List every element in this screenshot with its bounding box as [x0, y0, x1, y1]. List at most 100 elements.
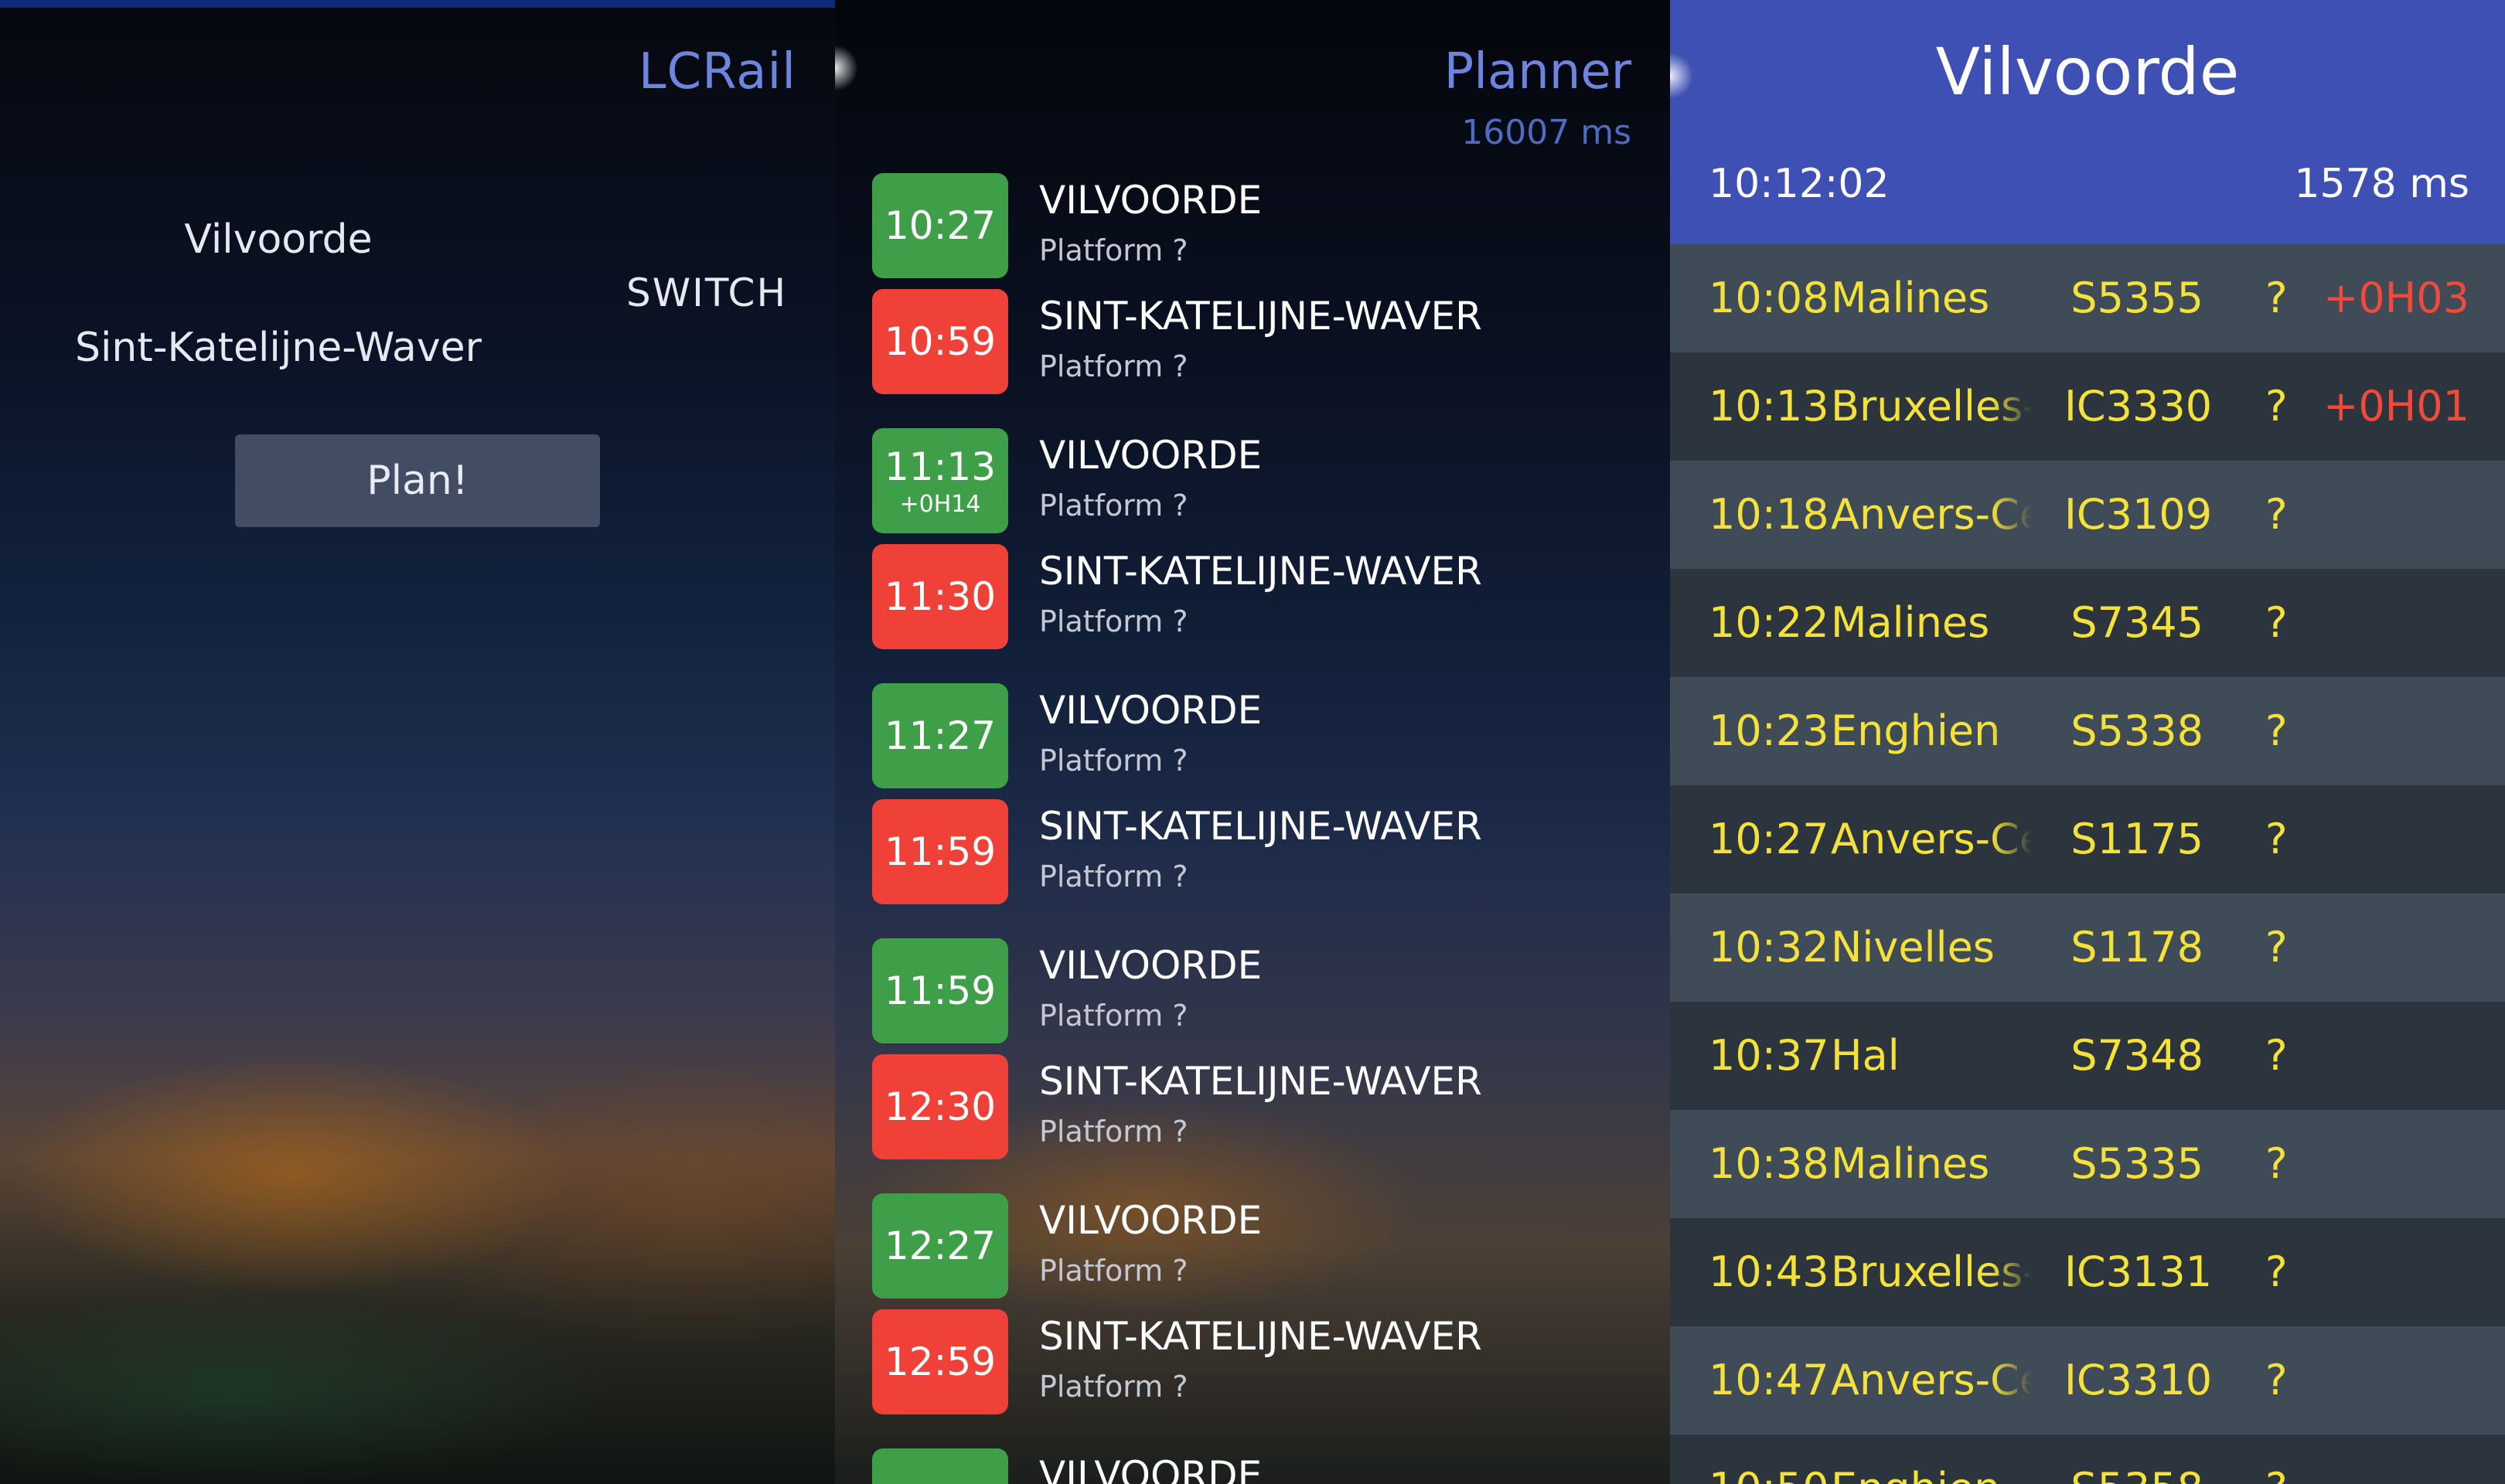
arrival-time-badge: 12:30 [872, 1054, 1008, 1159]
planner-screen: Planner 16007 ms 10:27 VILVOORDE Platfor… [835, 0, 1670, 1484]
departure-time: 12:27 [884, 1224, 997, 1268]
departure-platform: Platform ? [1039, 1254, 1188, 1288]
to-station-field[interactable]: Sint-Katelijne-Waver [0, 325, 557, 371]
arrival-platform: Platform ? [1039, 604, 1188, 638]
departure-delay: +0H14 [899, 490, 981, 518]
departure-row[interactable]: 10:43 Bruxelles-Midi IC3131 ? [1670, 1218, 2505, 1326]
platform: ? [2265, 706, 2288, 755]
departure-row[interactable]: 10:18 Anvers-Central IC3109 ? [1670, 461, 2505, 569]
liveboard-screen: Vilvoorde 10:12:02 1578 ms 10:08 Malines… [1670, 0, 2505, 1484]
departure-row[interactable]: 10:50 Enghien S5358 ? [1670, 1435, 2505, 1484]
departure-row[interactable]: 10:32 Nivelles S1178 ? [1670, 893, 2505, 1002]
departure-time: 11:27 [884, 713, 997, 758]
departure-time-badge: 11:59 [872, 938, 1008, 1043]
departure-platform: Platform ? [1039, 744, 1188, 778]
request-timing: 1578 ms [2294, 161, 2469, 207]
departure-time-badge: 12:27 [872, 1193, 1008, 1298]
departure-station: VILVOORDE [1039, 1198, 1263, 1243]
journey-departure[interactable]: 11:27 VILVOORDE Platform ? [872, 683, 1630, 788]
destination: Malines [1831, 598, 1990, 647]
current-time: 10:12:02 [1709, 161, 1890, 207]
switch-button[interactable]: SWITCH [626, 271, 787, 315]
journey-arrival[interactable]: 11:30 SINT-KATELIJNE-WAVER Platform ? [872, 544, 1630, 649]
platform: ? [2265, 1247, 2288, 1296]
departure-time: 10:43 [1709, 1247, 1829, 1296]
departure-row[interactable]: 10:38 Malines S5335 ? [1670, 1110, 2505, 1218]
arrival-time: 12:30 [884, 1084, 997, 1129]
arrival-time: 12:59 [884, 1339, 997, 1384]
train-number: IC3131 [2064, 1247, 2213, 1296]
destination: Enghien [1831, 706, 2001, 755]
journey-arrival[interactable]: 12:30 SINT-KATELIJNE-WAVER Platform ? [872, 1054, 1630, 1159]
journey-arrival[interactable]: 11:59 SINT-KATELIJNE-WAVER Platform ? [872, 799, 1630, 904]
destination: Anvers-Central [1831, 490, 2032, 539]
departure-row[interactable]: 10:08 Malines S5355 ? +0H03 [1670, 244, 2505, 352]
arrival-time-badge: 11:30 [872, 544, 1008, 649]
departure-time: 10:38 [1709, 1139, 1829, 1188]
page-indicator-glow [835, 45, 858, 91]
journey-arrival[interactable]: 10:59 SINT-KATELIJNE-WAVER Platform ? [872, 289, 1630, 394]
platform: ? [2265, 490, 2288, 539]
departure-time: 10:47 [1709, 1356, 1829, 1404]
arrival-station: SINT-KATELIJNE-WAVER [1039, 549, 1482, 594]
departure-row[interactable]: 10:22 Malines S7345 ? [1670, 569, 2505, 677]
train-number: IC3330 [2064, 382, 2213, 431]
departure-time: 10:13 [1709, 382, 1829, 431]
destination: Bruxelles-Midi [1831, 382, 2032, 431]
arrival-time: 11:30 [884, 574, 997, 619]
departure-time-badge: 11:13 +0H14 [872, 428, 1008, 533]
departure-platform: Platform ? [1039, 999, 1188, 1033]
train-number: IC3310 [2064, 1356, 2213, 1404]
destination: Anvers-Central [1831, 815, 2032, 863]
departure-row[interactable]: 10:47 Anvers-Central IC3310 ? [1670, 1326, 2505, 1435]
destination: Nivelles [1831, 923, 1995, 972]
departure-row[interactable]: 10:23 Enghien S5338 ? [1670, 677, 2505, 785]
arrival-time: 11:59 [884, 829, 997, 874]
departure-row[interactable]: 10:27 Anvers-Central S1175 ? [1670, 785, 2505, 893]
arrival-time-badge: 11:59 [872, 799, 1008, 904]
departure-time: 10:37 [1709, 1031, 1829, 1080]
platform: ? [2265, 1139, 2288, 1188]
request-timing: 16007 ms [1461, 113, 1631, 152]
arrival-station: SINT-KATELIJNE-WAVER [1039, 804, 1482, 849]
train-number: S5358 [2064, 1435, 2203, 1484]
liveboard-header: Vilvoorde 10:12:02 1578 ms [1670, 0, 2505, 244]
platform: ? [2265, 1435, 2288, 1484]
departure-platform: Platform ? [1039, 488, 1188, 522]
arrival-station: SINT-KATELIJNE-WAVER [1039, 294, 1482, 339]
departure-time: 10:22 [1709, 598, 1829, 647]
arrival-platform: Platform ? [1039, 859, 1188, 893]
departure-row[interactable]: 10:13 Bruxelles-Midi IC3330 ? +0H01 [1670, 352, 2505, 461]
journey-departure[interactable]: 11:59 VILVOORDE Platform ? [872, 938, 1630, 1043]
from-station-field[interactable]: Vilvoorde [0, 216, 557, 263]
destination: Enghien [1831, 1435, 2032, 1484]
journey-departure[interactable]: 12:27 VILVOORDE Platform ? [872, 1193, 1630, 1298]
train-number: S5355 [2070, 274, 2203, 322]
plan-button[interactable]: Plan! [235, 434, 600, 527]
platform: ? [2265, 1031, 2288, 1080]
destination: Malines [1831, 1139, 1990, 1188]
journey-departure[interactable]: 10:27 VILVOORDE Platform ? [872, 173, 1630, 278]
delay: +0H01 [2323, 382, 2469, 431]
departure-station: VILVOORDE [1039, 943, 1263, 988]
train-number: S7348 [2070, 1031, 2203, 1080]
departure-time: 11:59 [884, 968, 997, 1013]
journey-departure[interactable]: 11:13 +0H14 VILVOORDE Platform ? [872, 428, 1630, 533]
app-title: LCRail [638, 43, 796, 100]
departure-time: 10:08 [1709, 274, 1829, 322]
arrival-time-badge: 12:59 [872, 1309, 1008, 1414]
journey-arrival[interactable]: 12:59 SINT-KATELIJNE-WAVER Platform ? [872, 1309, 1630, 1414]
departure-time: 10:23 [1709, 706, 1829, 755]
journey-departure[interactable]: VILVOORDE [872, 1448, 1630, 1484]
platform: ? [2265, 382, 2288, 431]
platform: ? [2265, 598, 2288, 647]
train-number: S7345 [2070, 598, 2203, 647]
train-number: S5338 [2070, 706, 2203, 755]
departure-time: 10:50 [1709, 1435, 1829, 1484]
arrival-time: 10:59 [884, 319, 997, 364]
arrival-station: SINT-KATELIJNE-WAVER [1039, 1059, 1482, 1104]
destination: Anvers-Central [1831, 1356, 2032, 1404]
departure-row[interactable]: 10:37 Hal S7348 ? [1670, 1002, 2505, 1110]
platform: ? [2265, 923, 2288, 972]
departure-station: VILVOORDE [1039, 1453, 1263, 1484]
